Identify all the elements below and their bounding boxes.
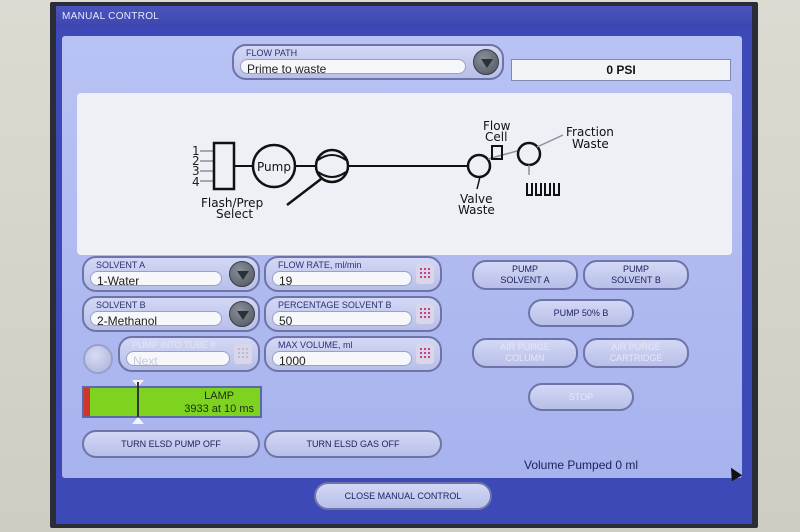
- pump-solvent-a-button[interactable]: PUMP SOLVENT A: [472, 260, 578, 290]
- max-volume-value: 1000: [272, 351, 412, 368]
- solvent-b-value: 2-Methanol: [90, 311, 222, 328]
- lamp-low-zone: [84, 388, 90, 416]
- air-purge-cartridge-label-1: AIR PURGE: [611, 342, 661, 352]
- pump-into-tube-input[interactable]: PUMP INTO TUBE # Next: [118, 336, 260, 372]
- pump-label: Pump: [257, 160, 291, 174]
- stop-button[interactable]: STOP: [528, 383, 634, 411]
- chevron-down-icon[interactable]: [229, 261, 255, 287]
- pump-50b-label: PUMP 50% B: [553, 307, 609, 318]
- flow-rate-label: FLOW RATE, ml/min: [278, 260, 362, 270]
- air-purge-column-button[interactable]: AIR PURGE COLUMN: [472, 338, 578, 368]
- solvent-b-select[interactable]: SOLVENT B 2-Methanol: [82, 296, 260, 332]
- window-title: MANUAL CONTROL: [56, 6, 752, 28]
- pump-solvent-a-label-1: PUMP: [511, 264, 538, 274]
- pump-solvent-b-label-1: PUMP: [622, 264, 649, 274]
- keypad-icon[interactable]: [234, 344, 252, 364]
- close-manual-control-button[interactable]: CLOSE MANUAL CONTROL: [314, 482, 492, 510]
- percentage-solvent-b-input[interactable]: PERCENTAGE SOLVENT B 50: [264, 296, 442, 332]
- turn-elsd-gas-off-button[interactable]: TURN ELSD GAS OFF: [264, 430, 442, 458]
- stop-label: STOP: [568, 391, 594, 402]
- turn-elsd-pump-off-button[interactable]: TURN ELSD PUMP OFF: [82, 430, 260, 458]
- select-label: Select: [216, 207, 253, 221]
- max-volume-label: MAX VOLUME, ml: [278, 340, 353, 350]
- waste-valve-icon: [466, 153, 492, 179]
- lamp-reading: 3933 at 10 ms: [184, 403, 254, 415]
- flow-cell-label-2: Cell: [485, 130, 507, 144]
- air-purge-cartridge-button[interactable]: AIR PURGE CARTRIDGE: [583, 338, 689, 368]
- max-volume-input[interactable]: MAX VOLUME, ml 1000: [264, 336, 442, 372]
- turn-elsd-gas-off-label: TURN ELSD GAS OFF: [306, 438, 400, 449]
- percentage-solvent-b-value: 50: [272, 311, 412, 328]
- keypad-icon[interactable]: [416, 344, 434, 364]
- flow-path-select[interactable]: FLOW PATH Prime to waste: [232, 44, 504, 80]
- keypad-icon[interactable]: [416, 304, 434, 324]
- waste-bottom-label: Waste: [458, 203, 495, 217]
- lamp-level-marker: [137, 382, 139, 422]
- pump-into-tube-toggle[interactable]: [83, 344, 113, 374]
- turn-elsd-pump-off-label: TURN ELSD PUMP OFF: [121, 438, 221, 449]
- flow-diagram-graphic: 1 2 3 4 Pump Flash/Prep Select Valve Was…: [192, 119, 614, 221]
- port-4-label: 4: [192, 175, 200, 189]
- keypad-icon[interactable]: [416, 264, 434, 284]
- flow-rate-value: 19: [272, 271, 412, 288]
- flow-diagram: 1 2 3 4 Pump Flash/Prep Select Valve Was…: [77, 93, 732, 255]
- chevron-down-icon[interactable]: [229, 301, 255, 327]
- volume-pumped: Volume Pumped 0 ml: [524, 458, 639, 472]
- pump-into-tube-label: PUMP INTO TUBE #: [132, 340, 216, 350]
- air-purge-column-label-2: COLUMN: [505, 353, 545, 363]
- lamp-marker-bottom-icon: [132, 417, 144, 424]
- pressure-readout: 0 PSI: [511, 59, 731, 81]
- solvent-a-select[interactable]: SOLVENT A 1-Water: [82, 256, 260, 292]
- lamp-label: LAMP: [204, 390, 235, 402]
- lamp-text: LAMP 3933 at 10 ms: [184, 390, 254, 416]
- fraction-valve-icon: [516, 141, 542, 167]
- pump-into-tube-value: Next: [126, 351, 230, 368]
- air-purge-column-label-1: AIR PURGE: [500, 342, 550, 352]
- flow-rate-input[interactable]: FLOW RATE, ml/min 19: [264, 256, 442, 292]
- solvent-b-label: SOLVENT B: [96, 300, 146, 310]
- fraction-tubes-icon: [526, 183, 560, 196]
- pump-solvent-b-label-2: SOLVENT B: [611, 275, 661, 285]
- lamp-gauge: LAMP 3933 at 10 ms: [82, 380, 262, 424]
- flow-path-label: FLOW PATH: [246, 48, 298, 58]
- air-purge-cartridge-label-2: CARTRIDGE: [609, 353, 663, 363]
- waste-top-label: Waste: [572, 137, 609, 151]
- flow-path-value: Prime to waste: [240, 59, 466, 76]
- pump-50b-button[interactable]: PUMP 50% B: [528, 299, 634, 327]
- solvent-a-label: SOLVENT A: [96, 260, 146, 270]
- pump-solvent-b-button[interactable]: PUMP SOLVENT B: [583, 260, 689, 290]
- solvent-manifold: [212, 141, 236, 191]
- manual-control-screen: MANUAL CONTROL FLOW PATH Prime to waste …: [56, 6, 752, 524]
- pump-solvent-a-label-2: SOLVENT A: [500, 275, 550, 285]
- chevron-down-icon[interactable]: [473, 49, 499, 75]
- solvent-a-value: 1-Water: [90, 271, 222, 288]
- close-manual-control-label: CLOSE MANUAL CONTROL: [344, 490, 462, 501]
- percentage-solvent-b-label: PERCENTAGE SOLVENT B: [278, 300, 392, 310]
